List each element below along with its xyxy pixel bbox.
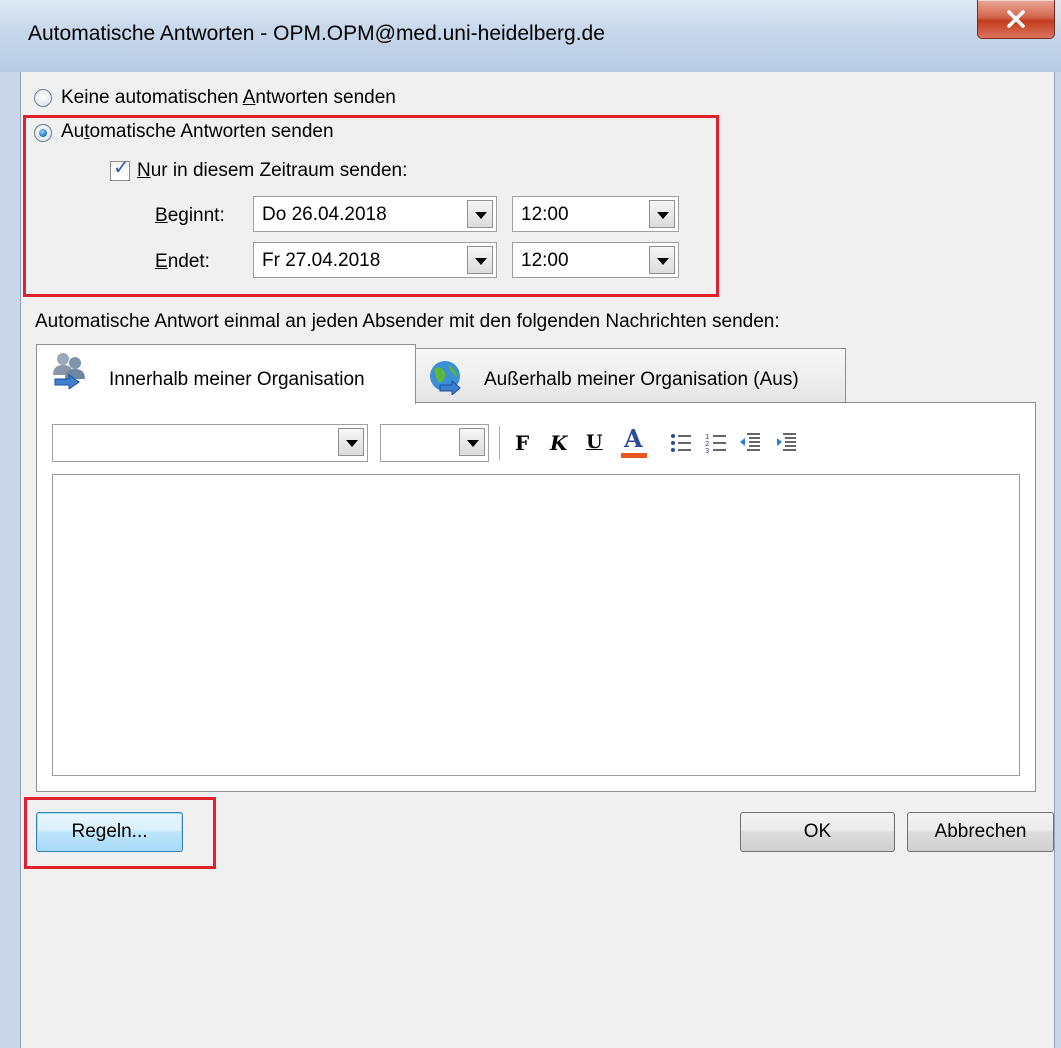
message-editor[interactable] [52,474,1020,776]
end-date-combo[interactable]: Fr 27.04.2018 [253,242,497,278]
chevron-down-icon[interactable] [467,246,493,274]
toolbar-separator [499,426,500,460]
end-time-combo[interactable]: 12:00 [512,242,679,278]
time-range-checkbox[interactable]: ✓ [110,157,130,181]
font-color-swatch [621,453,647,458]
chevron-down-icon[interactable] [459,428,485,456]
end-date-value: Fr 27.04.2018 [262,250,381,271]
people-icon [53,353,85,389]
end-label: Endet: [155,251,210,272]
increase-indent-icon[interactable] [775,432,797,454]
tab-outside-organization[interactable]: Außerhalb meiner Organisation (Aus) [415,348,846,403]
start-label: Beginnt: [155,205,225,226]
globe-icon [430,361,461,395]
send-replies-label[interactable]: Automatische Antworten senden [61,122,334,141]
start-time-value: 12:00 [521,204,569,225]
chevron-down-icon[interactable] [467,200,493,228]
no-replies-radio[interactable] [34,89,52,107]
font-size-combo[interactable] [380,424,489,462]
svg-text:3: 3 [705,447,709,454]
message-instructions: Automatische Antwort einmal an jeden Abs… [35,311,780,332]
font-color-letter: A [624,424,643,453]
close-icon [1007,10,1025,28]
start-date-value: Do 26.04.2018 [262,204,387,225]
decrease-indent-icon[interactable] [739,432,761,454]
no-replies-label[interactable]: Keine automatischen Antworten senden [61,88,396,107]
time-range-label[interactable]: Nur in diesem Zeitraum senden: [137,161,407,180]
window-title: Automatische Antworten - OPM.OPM@med.uni… [28,22,605,45]
font-name-combo[interactable] [52,424,368,462]
window-frame-left [0,72,20,1048]
bold-button[interactable]: F [515,433,529,453]
tab-inside-label: Innerhalb meiner Organisation [109,369,365,390]
cancel-button[interactable]: Abbrechen [907,812,1054,852]
chevron-down-icon[interactable] [649,246,675,274]
rules-button[interactable]: Regeln... [36,812,183,852]
tab-outside-label: Außerhalb meiner Organisation (Aus) [484,369,799,390]
bullet-list-icon[interactable] [670,432,692,454]
ok-button[interactable]: OK [740,812,895,852]
send-replies-radio[interactable] [34,124,52,142]
tab-inside-organization[interactable]: Innerhalb meiner Organisation [36,344,416,404]
chevron-down-icon[interactable] [338,428,364,456]
italic-button[interactable]: K [550,433,567,453]
start-time-combo[interactable]: 12:00 [512,196,679,232]
font-color-button[interactable]: A [617,426,651,462]
numbered-list-icon[interactable]: 1 2 3 [705,432,727,454]
start-date-combo[interactable]: Do 26.04.2018 [253,196,497,232]
chevron-down-icon[interactable] [649,200,675,228]
end-time-value: 12:00 [521,250,569,271]
underline-button[interactable]: U [586,433,603,452]
checkmark-icon: ✓ [113,157,130,179]
close-button[interactable] [977,0,1055,39]
